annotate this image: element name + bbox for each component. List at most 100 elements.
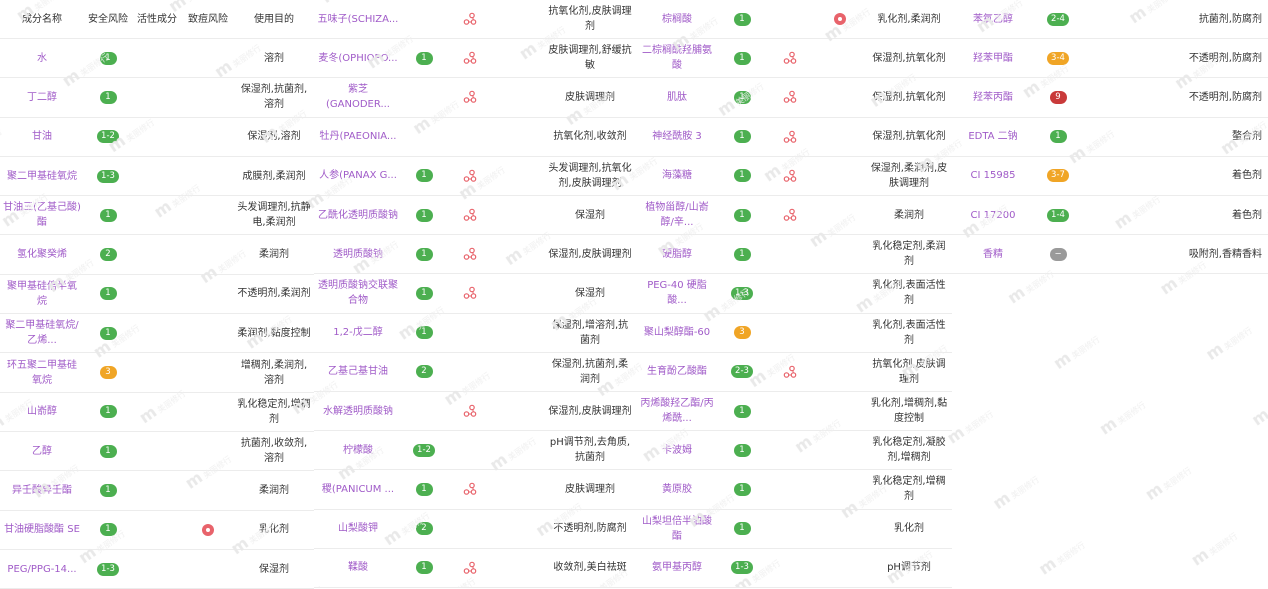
ingredient-name[interactable]: 透明质酸钠交联聚合物 (314, 274, 402, 312)
ingredient-name[interactable]: 柠檬酸 (314, 431, 402, 469)
table-row[interactable]: 植物甾醇/山嵛醇/辛... 1 柔润剂 (636, 196, 952, 236)
table-row[interactable]: 棕榈酸 1 乳化剂,柔润剂 (636, 0, 952, 40)
ingredient-name[interactable]: 苯氧乙醇 (952, 0, 1034, 38)
table-row[interactable]: 聚二甲基硅氧烷/乙烯... 1 柔润剂,黏度控制 (0, 314, 314, 354)
table-row[interactable]: 卡波姆 1 乳化稳定剂,凝胶剂,增稠剂 (636, 431, 952, 471)
ingredient-name[interactable]: 水 (0, 39, 84, 77)
ingredient-name[interactable]: 稷(PANICUM ... (314, 470, 402, 508)
table-row[interactable]: 五味子(SCHIZA... 抗氧化剂,皮肤调理剂 (314, 0, 636, 40)
ingredient-name[interactable]: 牡丹(PAEONIA... (314, 118, 402, 156)
ingredient-name[interactable]: 神经酰胺 3 (636, 118, 718, 156)
table-row[interactable]: 聚甲基硅倍半氧烷 1 不透明剂,柔润剂 (0, 275, 314, 315)
table-row[interactable]: 柠檬酸 1-2 pH调节剂,去角质,抗菌剂 (314, 431, 636, 471)
ingredient-name[interactable]: 山嵛醇 (0, 393, 84, 431)
table-row[interactable]: 香精 − 吸附剂,香精香料 (952, 235, 1268, 275)
ingredient-name[interactable]: 五味子(SCHIZA... (314, 0, 402, 38)
table-row[interactable]: 鞣酸 1 收敛剂,美白祛斑 (314, 549, 636, 588)
table-row[interactable]: 山梨酸钾 2 不透明剂,防腐剂 (314, 510, 636, 549)
ingredient-name[interactable]: 卡波姆 (636, 431, 718, 469)
ingredient-name[interactable]: 氢化聚癸烯 (0, 236, 84, 274)
table-row[interactable]: 丙烯酸羟乙酯/丙烯酰... 1 乳化剂,增稠剂,黏度控制 (636, 392, 952, 432)
table-row[interactable]: 海藻糖 1 保湿剂,柔润剂,皮肤调理剂 (636, 157, 952, 196)
ingredient-name[interactable]: 聚二甲基硅氧烷/乙烯... (0, 314, 84, 352)
table-row[interactable]: 异壬酸异壬酯 1 柔润剂 (0, 471, 314, 511)
ingredient-name[interactable]: CI 15985 (952, 157, 1034, 195)
ingredient-name[interactable]: 环五聚二甲基硅氧烷 (0, 353, 84, 391)
ingredient-name[interactable]: 水解透明质酸钠 (314, 392, 402, 430)
table-row[interactable]: 氨甲基丙醇 1-3 pH调节剂 (636, 549, 952, 588)
table-row[interactable]: 甘油 1-2 保湿剂,溶剂 (0, 118, 314, 157)
table-row[interactable]: 水解透明质酸钠 保湿剂,皮肤调理剂 (314, 392, 636, 432)
table-row[interactable]: 肌肽 1 保湿剂,抗氧化剂 (636, 78, 952, 118)
table-row[interactable]: 1,2-戊二醇 1 保湿剂,增溶剂,抗菌剂 (314, 314, 636, 353)
table-row[interactable]: 乙酰化透明质酸钠 1 保湿剂 (314, 196, 636, 236)
ingredient-name[interactable]: 紫芝(GANODER... (314, 78, 402, 116)
ingredient-name[interactable]: 山梨坦倍半油酸酯 (636, 510, 718, 548)
table-row[interactable]: 紫芝(GANODER... 皮肤调理剂 (314, 78, 636, 118)
table-row[interactable]: 硬脂醇 1 乳化稳定剂,柔润剂 (636, 235, 952, 275)
ingredient-name[interactable]: 植物甾醇/山嵛醇/辛... (636, 196, 718, 234)
ingredient-name[interactable]: 硬脂醇 (636, 235, 718, 273)
table-row[interactable]: 透明质酸钠交联聚合物 1 保湿剂 (314, 274, 636, 314)
ingredient-name[interactable]: 山梨酸钾 (314, 510, 402, 548)
table-row[interactable]: 二棕榈酰羟脯氨酸 1 保湿剂,抗氧化剂 (636, 39, 952, 79)
table-row[interactable]: 麦冬(OPHIOPO... 1 皮肤调理剂,舒缓抗敏 (314, 39, 636, 79)
table-row[interactable]: CI 15985 3-7 着色剂 (952, 157, 1268, 196)
table-row[interactable]: CI 17200 1-4 着色剂 (952, 196, 1268, 236)
ingredient-name[interactable]: PEG-40 硬脂酸... (636, 274, 718, 312)
table-row[interactable]: 羟苯丙酯 9 不透明剂,防腐剂 (952, 78, 1268, 118)
ingredient-name[interactable]: 氨甲基丙醇 (636, 549, 718, 587)
table-row[interactable]: 苯氧乙醇 2-4 抗菌剂,防腐剂 (952, 0, 1268, 40)
ingredient-name[interactable]: PEG/PPG-14... (0, 550, 84, 588)
table-row[interactable]: 甘油硬脂酸酯 SE 1 乳化剂 (0, 511, 314, 550)
ingredient-name[interactable]: 聚二甲基硅氧烷 (0, 157, 84, 195)
table-row[interactable]: 透明质酸钠 1 保湿剂,皮肤调理剂 (314, 235, 636, 275)
ingredient-name[interactable]: CI 17200 (952, 196, 1034, 234)
table-row[interactable]: 乙基己基甘油 2 保湿剂,抗菌剂,柔润剂 (314, 353, 636, 392)
ingredient-name[interactable]: 乙醇 (0, 432, 84, 470)
table-row[interactable]: 稷(PANICUM ... 1 皮肤调理剂 (314, 470, 636, 510)
ingredient-name[interactable]: 聚甲基硅倍半氧烷 (0, 275, 84, 313)
ingredient-name[interactable]: 人参(PANAX G... (314, 157, 402, 195)
table-row[interactable]: 人参(PANAX G... 1 头发调理剂,抗氧化剂,皮肤调理剂 (314, 157, 636, 196)
ingredient-name[interactable]: 羟苯甲酯 (952, 39, 1034, 77)
ingredient-name[interactable]: 乙酰化透明质酸钠 (314, 196, 402, 234)
table-row[interactable]: EDTA 二钠 1 螯合剂 (952, 118, 1268, 157)
ingredient-name[interactable]: 肌肽 (636, 78, 718, 116)
ingredient-name[interactable]: 二棕榈酰羟脯氨酸 (636, 39, 718, 77)
table-row[interactable]: 山嵛醇 1 乳化稳定剂,增稠剂 (0, 393, 314, 432)
ingredient-name[interactable]: 异壬酸异壬酯 (0, 471, 84, 509)
table-row[interactable]: PEG/PPG-14... 1-3 保湿剂 (0, 550, 314, 589)
table-row[interactable]: 生育酚乙酸酯 2-3 抗氧化剂,皮肤调理剂 (636, 353, 952, 392)
ingredient-name[interactable]: 甘油三(乙基己酸)酯 (0, 196, 84, 234)
table-row[interactable]: 丁二醇 1 保湿剂,抗菌剂,溶剂 (0, 78, 314, 118)
table-row[interactable]: 羟苯甲酯 3-4 不透明剂,防腐剂 (952, 39, 1268, 79)
table-row[interactable]: 神经酰胺 3 1 保湿剂,抗氧化剂 (636, 118, 952, 157)
table-row[interactable]: 乙醇 1 抗菌剂,收敛剂,溶剂 (0, 432, 314, 472)
ingredient-name[interactable]: 丁二醇 (0, 78, 84, 116)
table-row[interactable]: PEG-40 硬脂酸... 1-3 乳化剂,表面活性剂 (636, 274, 952, 314)
table-row[interactable]: 氢化聚癸烯 2 柔润剂 (0, 236, 314, 275)
table-row[interactable]: 环五聚二甲基硅氧烷 3 增稠剂,柔润剂,溶剂 (0, 353, 314, 393)
ingredient-name[interactable]: 麦冬(OPHIOPO... (314, 39, 402, 77)
ingredient-name[interactable]: EDTA 二钠 (952, 118, 1034, 156)
ingredient-name[interactable]: 聚山梨醇酯-60 (636, 314, 718, 352)
table-row[interactable]: 聚二甲基硅氧烷 1-3 成膜剂,柔润剂 (0, 157, 314, 197)
table-row[interactable]: 水 1 溶剂 (0, 39, 314, 79)
ingredient-name[interactable]: 乙基己基甘油 (314, 353, 402, 391)
ingredient-name[interactable]: 香精 (952, 235, 1034, 273)
table-row[interactable]: 聚山梨醇酯-60 3 乳化剂,表面活性剂 (636, 314, 952, 353)
ingredient-name[interactable]: 海藻糖 (636, 157, 718, 195)
table-row[interactable]: 牡丹(PAEONIA... 抗氧化剂,收敛剂 (314, 118, 636, 157)
ingredient-name[interactable]: 鞣酸 (314, 549, 402, 587)
table-row[interactable]: 甘油三(乙基己酸)酯 1 头发调理剂,抗静电,柔润剂 (0, 196, 314, 236)
ingredient-name[interactable]: 黄原胶 (636, 470, 718, 508)
ingredient-name[interactable]: 丙烯酸羟乙酯/丙烯酰... (636, 392, 718, 430)
ingredient-name[interactable]: 羟苯丙酯 (952, 78, 1034, 116)
ingredient-name[interactable]: 生育酚乙酸酯 (636, 353, 718, 391)
ingredient-name[interactable]: 1,2-戊二醇 (314, 314, 402, 352)
table-row[interactable]: 黄原胶 1 乳化稳定剂,增稠剂 (636, 470, 952, 510)
ingredient-name[interactable]: 甘油 (0, 118, 84, 156)
ingredient-name[interactable]: 棕榈酸 (636, 0, 718, 38)
ingredient-name[interactable]: 透明质酸钠 (314, 235, 402, 273)
